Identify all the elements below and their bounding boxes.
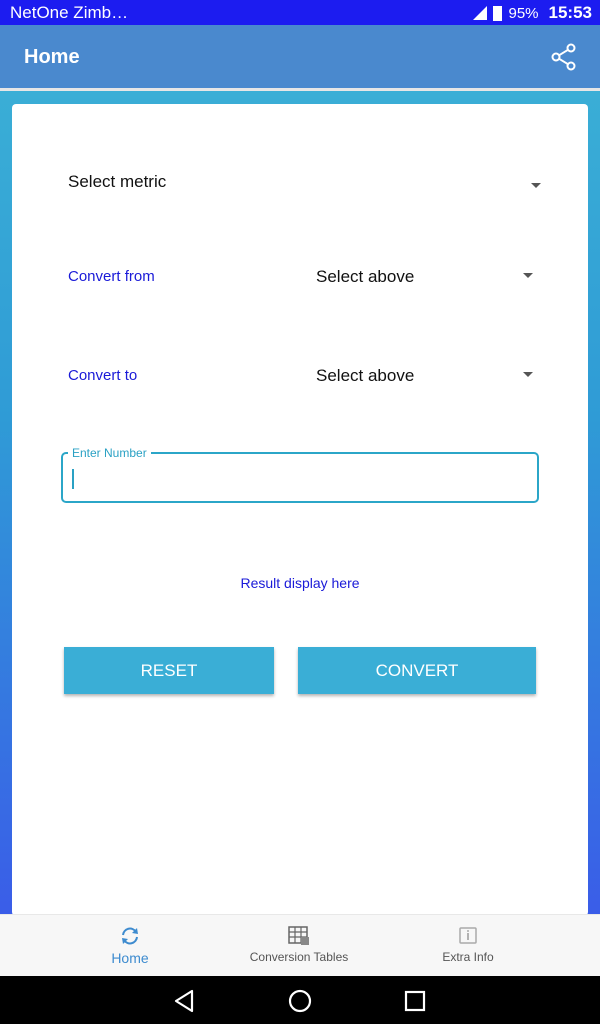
convert-from-select[interactable]: Select above — [306, 256, 546, 296]
table-icon — [288, 926, 309, 945]
convert-button[interactable]: CONVERT — [298, 647, 536, 694]
page-title: Home — [24, 46, 80, 68]
carrier-name: NetOne Zimb… — [10, 3, 129, 22]
reset-button[interactable]: RESET — [64, 647, 274, 694]
signal-icon — [473, 6, 488, 20]
battery-icon — [493, 5, 503, 21]
convert-to-select[interactable]: Select above — [306, 355, 546, 395]
clock: 15:53 — [548, 3, 592, 22]
share-icon[interactable] — [550, 43, 578, 71]
status-bar: NetOne Zimb… 95% 15:53 — [0, 0, 600, 25]
nav-item-extra-info[interactable]: Extra Info — [368, 915, 568, 977]
nav-label-extra-info: Extra Info — [442, 950, 494, 964]
result-display: Result display here — [240, 575, 360, 591]
number-input-label: Enter Number — [68, 446, 151, 460]
text-cursor — [72, 469, 74, 489]
status-indicators: 95% 15:53 — [473, 3, 592, 23]
back-icon[interactable] — [172, 988, 198, 1014]
metric-select-label: Select metric — [68, 172, 167, 191]
metric-select[interactable]: Select metric — [60, 160, 550, 204]
recents-icon[interactable] — [402, 988, 428, 1014]
converter-card — [12, 104, 588, 916]
convert-to-value: Select above — [316, 366, 415, 385]
chevron-down-icon — [531, 183, 541, 188]
convert-to-label: Convert to — [68, 367, 138, 384]
chevron-down-icon — [523, 273, 533, 278]
battery-percent: 95% — [508, 4, 539, 22]
home-circle-icon[interactable] — [287, 988, 313, 1014]
system-navigation-bar — [0, 976, 600, 1024]
info-icon — [459, 927, 477, 944]
convert-from-value: Select above — [316, 267, 415, 286]
bottom-navigation: Home Conversion Tables Extra Info — [0, 914, 600, 976]
chevron-down-icon — [523, 372, 533, 377]
refresh-icon — [122, 927, 138, 945]
convert-from-label: Convert from — [68, 268, 155, 285]
app-bar: Home — [0, 25, 600, 88]
